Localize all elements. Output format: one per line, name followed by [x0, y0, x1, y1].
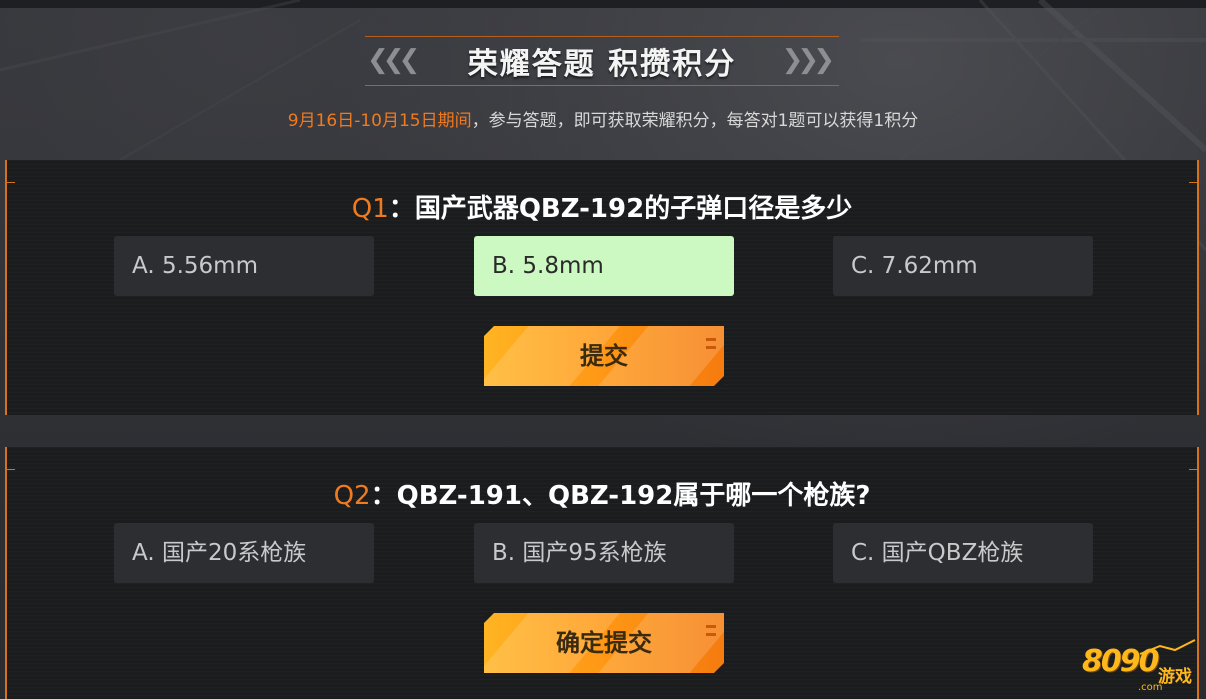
chevron-right-icon: ❯❯❯: [781, 45, 835, 75]
option-b[interactable]: B. 国产95系枪族: [474, 523, 734, 583]
question-number: Q1: [351, 194, 389, 224]
button-dash-decoration: [706, 625, 716, 628]
question-title: Q1：国产武器QBZ-192的子弹口径是多少: [7, 188, 1197, 225]
option-b[interactable]: B. 5.8mm: [474, 236, 734, 296]
button-dash-decoration: [706, 346, 716, 349]
question-separator: ：: [370, 481, 397, 511]
logo-text: 游戏: [1158, 667, 1192, 687]
logo-number: 8090: [1082, 644, 1159, 679]
panel-edge-tick: [7, 469, 15, 470]
event-rules-text: ，参与答题，即可获取荣耀积分，每答对1题可以获得1积分: [471, 111, 919, 131]
button-corner-decoration: [714, 376, 724, 386]
site-watermark-logo: 8090 游戏 .com: [1080, 636, 1200, 696]
event-date-range: 9月16日-10月15日期间: [287, 111, 472, 131]
title-banner: ❮❮❮ 荣耀答题 积攒积分 ❯❯❯: [365, 36, 839, 86]
button-dash-decoration: [706, 338, 716, 341]
question-panel-2: Q2：QBZ-191、QBZ-192属于哪一个枪族? A. 国产20系枪族 B.…: [5, 447, 1199, 699]
confirm-submit-button[interactable]: 确定提交: [484, 613, 724, 673]
chevron-left-icon: ❮❮❮: [367, 45, 420, 75]
question-title: Q2：QBZ-191、QBZ-192属于哪一个枪族?: [7, 475, 1197, 512]
submit-button[interactable]: 提交: [484, 326, 724, 386]
question-text: 国产武器QBZ-192的子弹口径是多少: [414, 194, 853, 224]
event-description: 9月16日-10月15日期间，参与答题，即可获取荣耀积分，每答对1题可以获得1积…: [0, 106, 1206, 131]
option-a[interactable]: A. 5.56mm: [114, 236, 374, 296]
option-c[interactable]: C. 国产QBZ枪族: [833, 523, 1093, 583]
question-number: Q2: [333, 481, 371, 511]
button-corner-decoration: [714, 663, 724, 673]
question-panel-1: Q1：国产武器QBZ-192的子弹口径是多少 A. 5.56mm B. 5.8m…: [5, 160, 1199, 415]
option-a[interactable]: A. 国产20系枪族: [114, 523, 374, 583]
logo-domain: .com: [1138, 682, 1163, 693]
option-c[interactable]: C. 7.62mm: [833, 236, 1093, 296]
button-corner-decoration: [484, 326, 494, 336]
panel-edge-tick: [7, 182, 15, 183]
page-title: 荣耀答题 积攒积分: [467, 47, 737, 82]
button-corner-decoration: [484, 613, 494, 623]
panel-edge-tick: [1189, 182, 1197, 183]
panel-edge-tick: [1189, 469, 1197, 470]
confirm-submit-button-label: 确定提交: [556, 629, 652, 657]
question-separator: ：: [388, 194, 415, 224]
button-dash-decoration: [706, 633, 716, 636]
submit-button-label: 提交: [580, 342, 628, 370]
question-text: QBZ-191、QBZ-192属于哪一个枪族?: [396, 481, 871, 511]
